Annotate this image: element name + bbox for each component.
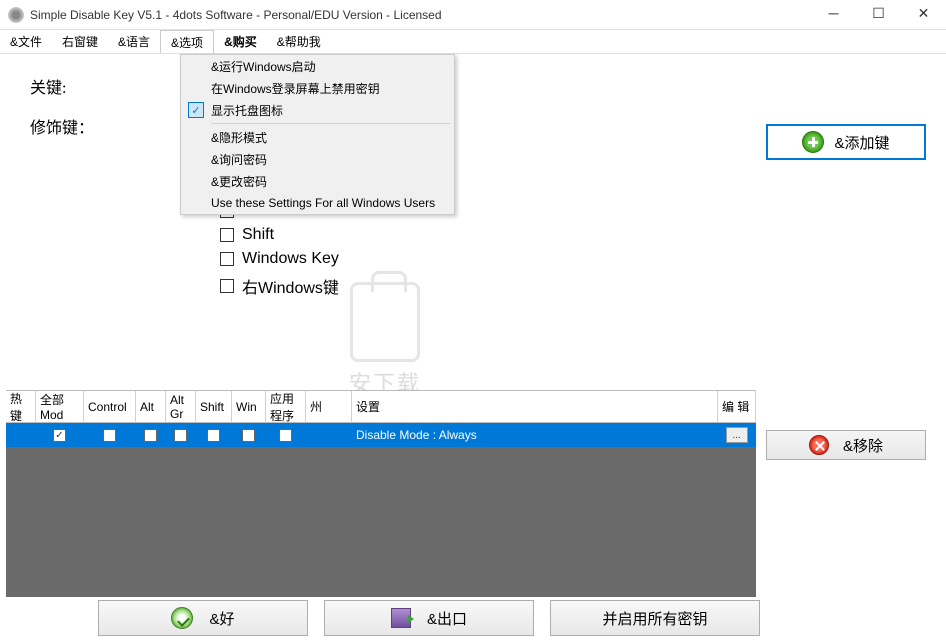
menu-options[interactable]: &选项	[160, 30, 214, 53]
checkbox-icon[interactable]	[144, 429, 157, 442]
dropdown-all-users[interactable]: Use these Settings For all Windows Users	[181, 192, 454, 214]
enable-all-button[interactable]: 并启用所有密钥	[550, 600, 760, 636]
mod-shift[interactable]: Shift	[220, 226, 339, 244]
watermark-lock-icon	[350, 282, 420, 362]
th-shift[interactable]: Shift	[196, 391, 232, 423]
checkbox-checked-icon[interactable]: ✓	[53, 429, 66, 442]
dropdown-show-tray-icon[interactable]: ✓ 显示托盘图标	[181, 99, 454, 121]
menu-buy[interactable]: &购买	[214, 30, 267, 53]
modifier-label: 修饰键：	[30, 114, 110, 138]
table-header: 热 键 全部 Mod Control Alt Alt Gr Shift Win …	[6, 390, 756, 423]
dropdown-change-password[interactable]: &更改密码	[181, 170, 454, 192]
check-icon	[171, 607, 193, 629]
window-controls: ─ ☐ ✕	[811, 0, 946, 30]
maximize-button[interactable]: ☐	[856, 0, 901, 30]
th-all-mod[interactable]: 全部 Mod	[36, 391, 84, 423]
bottom-button-bar: &好 &出口 并启用所有密钥	[98, 600, 760, 636]
add-key-button[interactable]: &添加键	[766, 124, 926, 160]
menu-file[interactable]: &文件	[0, 30, 52, 53]
window-title: Simple Disable Key V5.1 - 4dots Software…	[30, 8, 811, 22]
checkbox-icon[interactable]	[279, 429, 292, 442]
th-settings[interactable]: 设置	[352, 391, 718, 423]
edit-button[interactable]: ...	[726, 427, 748, 443]
cell-settings: Disable Mode : Always	[352, 423, 718, 447]
checkbox-icon[interactable]	[103, 429, 116, 442]
mod-windows-key[interactable]: Windows Key	[220, 250, 339, 268]
minimize-button[interactable]: ─	[811, 0, 856, 30]
th-alt[interactable]: Alt	[136, 391, 166, 423]
exit-button[interactable]: &出口	[324, 600, 534, 636]
exit-icon	[391, 608, 411, 628]
app-icon	[8, 7, 24, 23]
menu-language[interactable]: &语言	[108, 30, 160, 53]
checkbox-icon[interactable]	[242, 429, 255, 442]
key-field-row: 关键:	[30, 74, 926, 98]
checkbox-icon[interactable]	[207, 429, 220, 442]
th-hotkey[interactable]: 热 键	[6, 391, 36, 423]
check-icon: ✓	[188, 102, 204, 118]
menu-right-window-key[interactable]: 右窗键	[52, 30, 108, 53]
checkbox-icon	[220, 228, 234, 242]
th-control[interactable]: Control	[84, 391, 136, 423]
dropdown-separator	[211, 123, 450, 124]
remove-button[interactable]: &移除	[766, 430, 926, 460]
th-edit[interactable]: 编 辑	[718, 391, 756, 423]
th-state[interactable]: 州	[306, 391, 352, 423]
table-row[interactable]: ✓ Disable Mode : Always ...	[6, 423, 756, 447]
th-altgr[interactable]: Alt Gr	[166, 391, 196, 423]
menu-help[interactable]: &帮助我	[267, 30, 331, 53]
mod-right-windows-key[interactable]: 右Windows键	[220, 274, 339, 298]
ok-button[interactable]: &好	[98, 600, 308, 636]
checkbox-icon	[220, 252, 234, 266]
modifier-list: Alt Gr Shift Windows Key 右Windows键	[220, 202, 339, 304]
menubar: &文件 右窗键 &语言 &选项 &购买 &帮助我	[0, 30, 946, 54]
close-button[interactable]: ✕	[901, 0, 946, 30]
table-empty-area	[6, 447, 756, 597]
options-dropdown: &运行Windows启动 在Windows登录屏幕上禁用密钥 ✓ 显示托盘图标 …	[180, 54, 455, 215]
dropdown-disable-on-login[interactable]: 在Windows登录屏幕上禁用密钥	[181, 77, 454, 99]
checkbox-icon	[220, 279, 234, 293]
th-app[interactable]: 应用 程序	[266, 391, 306, 423]
titlebar: Simple Disable Key V5.1 - 4dots Software…	[0, 0, 946, 30]
keys-table: 热 键 全部 Mod Control Alt Alt Gr Shift Win …	[6, 390, 756, 597]
delete-icon	[809, 435, 829, 455]
key-label: 关键:	[30, 74, 110, 98]
dropdown-ask-password[interactable]: &询问密码	[181, 148, 454, 170]
dropdown-stealth-mode[interactable]: &隐形模式	[181, 126, 454, 148]
th-win[interactable]: Win	[232, 391, 266, 423]
plus-icon	[802, 131, 824, 153]
dropdown-run-on-startup[interactable]: &运行Windows启动	[181, 55, 454, 77]
checkbox-icon[interactable]	[174, 429, 187, 442]
